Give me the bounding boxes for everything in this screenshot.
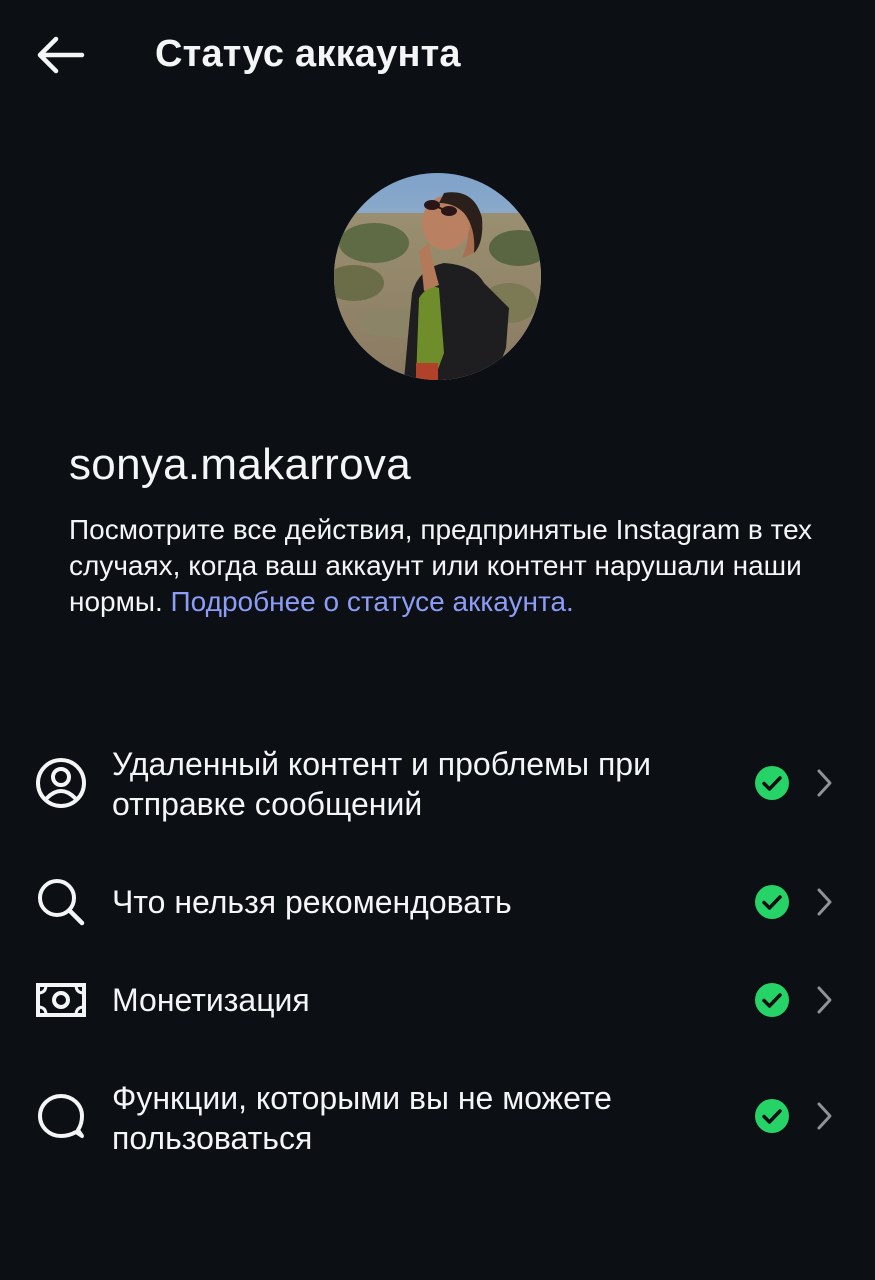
user-circle-icon (34, 756, 88, 810)
money-icon (34, 973, 88, 1027)
back-button[interactable] (30, 30, 90, 80)
account-status-description: Посмотрите все действия, предпринятые In… (69, 512, 819, 620)
username: sonya.makarrova (69, 440, 411, 489)
chat-bubble-icon (34, 1089, 88, 1143)
check-circle-icon (754, 884, 790, 920)
search-icon (34, 875, 88, 929)
menu-item-label: Удаленный контент и проблемы при отправк… (112, 746, 651, 822)
check-circle-icon (754, 765, 790, 801)
menu-item-label: Монетизация (112, 982, 310, 1018)
chevron-right-icon (812, 765, 836, 801)
top-bar: Статус аккаунта (0, 0, 875, 110)
learn-more-link[interactable]: Подробнее о статусе аккаунта. (171, 586, 574, 617)
menu-item-label: Что нельзя рекомендовать (112, 884, 512, 920)
avatar (334, 173, 541, 380)
menu-item-not-recommendable[interactable]: Что нельзя рекомендовать (0, 872, 875, 932)
chevron-right-icon (812, 982, 836, 1018)
menu-item-restricted-features[interactable]: Функции, которыми вы не можете пользоват… (0, 1072, 875, 1172)
page-title: Статус аккаунта (155, 33, 461, 75)
check-circle-icon (754, 1098, 790, 1134)
menu-item-monetization[interactable]: Монетизация (0, 970, 875, 1030)
menu-item-label: Функции, которыми вы не можете пользоват… (112, 1080, 612, 1156)
chevron-right-icon (812, 1098, 836, 1134)
chevron-right-icon (812, 884, 836, 920)
menu-item-removed-content[interactable]: Удаленный контент и проблемы при отправк… (0, 740, 875, 840)
check-circle-icon (754, 982, 790, 1018)
arrow-left-icon (37, 36, 85, 74)
